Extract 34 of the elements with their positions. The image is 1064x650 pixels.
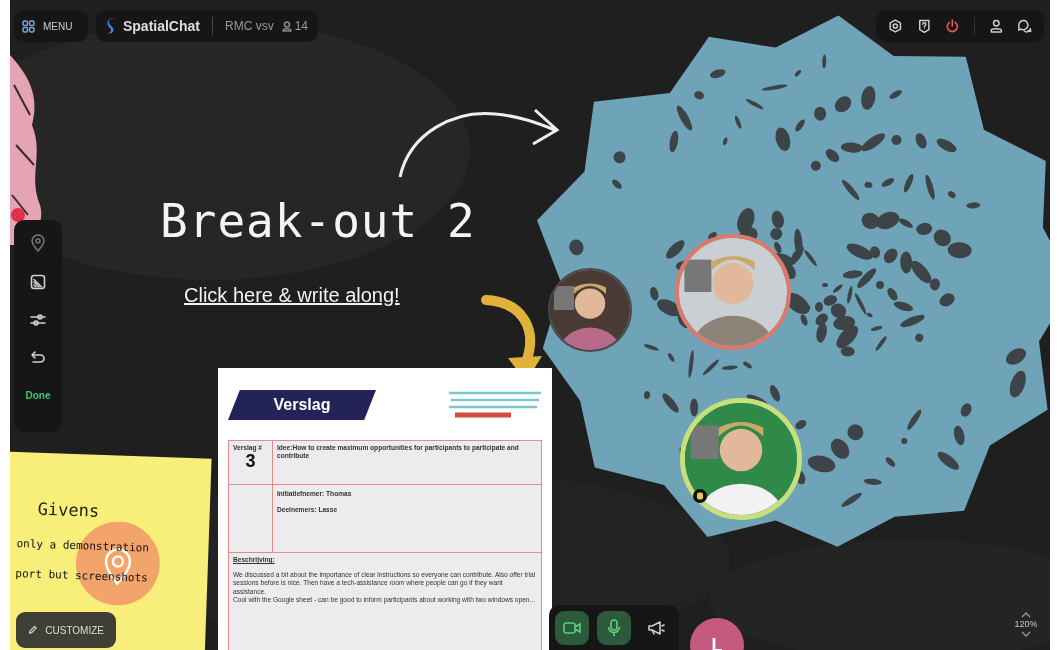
table-cell-text: 3	[245, 452, 257, 471]
camera-icon	[563, 620, 581, 635]
badge-icon	[693, 489, 707, 503]
undo-icon[interactable]	[30, 350, 46, 366]
profile-icon[interactable]	[988, 18, 1004, 34]
power-icon[interactable]	[945, 18, 960, 34]
image-icon[interactable]	[30, 274, 46, 290]
pencil-icon	[28, 624, 38, 636]
room-name: RMC vsv	[225, 18, 274, 35]
zoom-out-icon[interactable]	[1021, 630, 1031, 637]
brand-name: SpatialChat	[122, 16, 200, 36]
user-icon	[281, 20, 292, 32]
menu-icon	[22, 19, 35, 33]
document-title-banner: Verslag	[228, 390, 376, 420]
location-icon[interactable]	[30, 234, 46, 252]
participant-count: 14	[294, 18, 308, 35]
board-title: Break-out 2	[160, 196, 476, 247]
chat-icon[interactable]	[1017, 18, 1033, 34]
menu-button[interactable]: MENU	[14, 10, 88, 42]
customize-button[interactable]: CUSTOMIZE	[16, 612, 116, 648]
done-button[interactable]: Done	[25, 388, 51, 403]
sliders-icon[interactable]	[29, 312, 47, 328]
microphone-button[interactable]	[597, 610, 631, 645]
megaphone-icon	[647, 619, 665, 636]
board-link[interactable]: Click here & write along!	[184, 280, 400, 310]
logo-icon	[106, 17, 118, 35]
settings-icon[interactable]	[888, 18, 903, 34]
note-text: only a demonstration	[16, 535, 151, 557]
help-icon[interactable]	[916, 18, 932, 34]
zoom-in-icon[interactable]	[1021, 612, 1031, 618]
camera-button[interactable]	[555, 610, 589, 645]
zoom-level: 120%	[1014, 618, 1038, 631]
microphone-icon	[607, 618, 621, 637]
note-title: Givens	[37, 497, 101, 523]
